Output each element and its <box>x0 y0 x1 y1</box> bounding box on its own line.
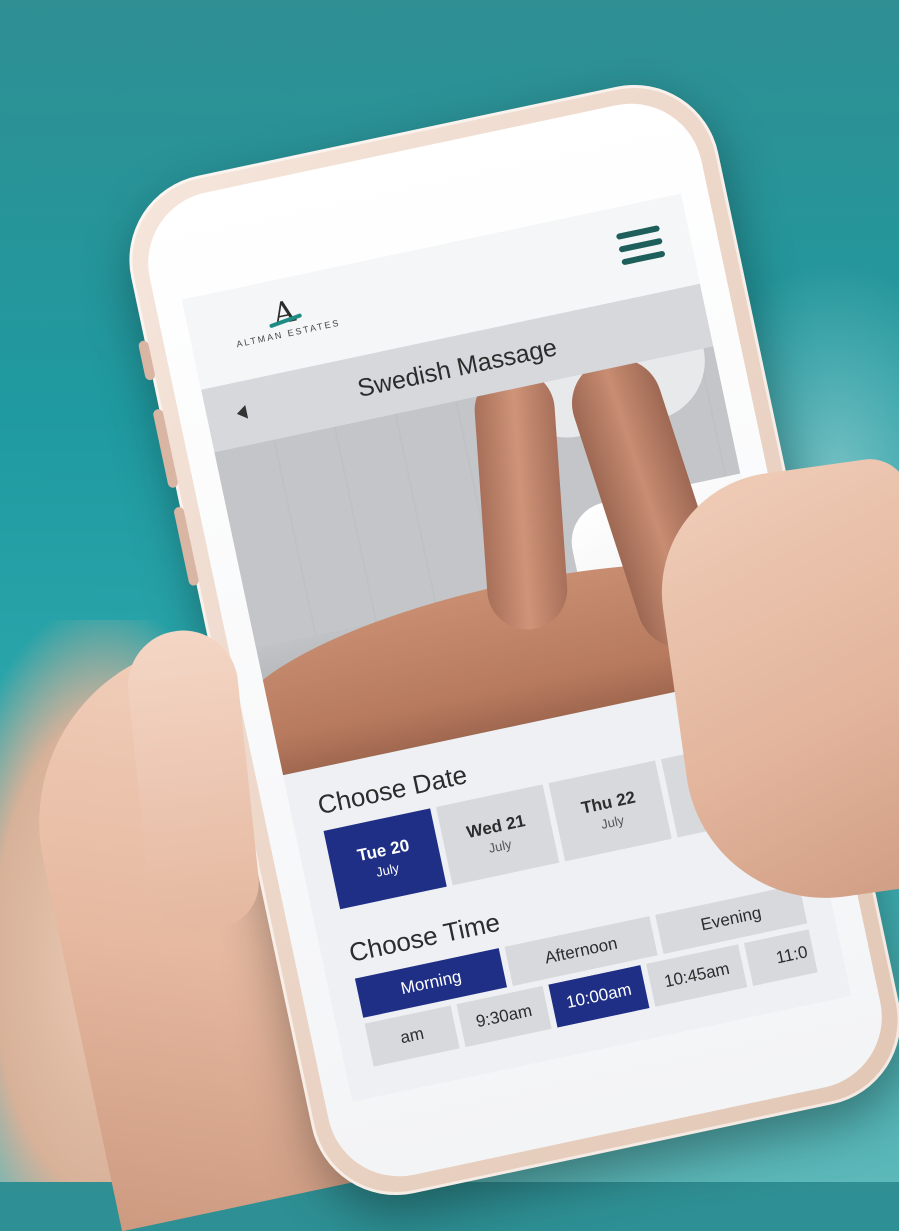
time-slot[interactable]: 9:30am <box>456 985 552 1048</box>
hamburger-menu-icon[interactable] <box>615 225 667 271</box>
time-slot[interactable]: am <box>364 1005 460 1067</box>
volume-up-button <box>152 408 179 489</box>
menu-bar <box>618 237 663 253</box>
menu-bar <box>615 225 661 241</box>
date-option-tue-20[interactable]: Tue 20 July <box>323 808 447 910</box>
mute-switch <box>137 339 156 382</box>
date-option-thu-22[interactable]: Thu 22 July <box>548 760 672 862</box>
brand-logo[interactable]: A ALTMAN ESTATES <box>208 284 363 354</box>
date-option-wed-21[interactable]: Wed 21 July <box>436 784 560 886</box>
volume-down-button <box>173 506 200 587</box>
menu-bar <box>621 250 666 266</box>
time-slot[interactable]: 11:0 <box>744 929 818 986</box>
